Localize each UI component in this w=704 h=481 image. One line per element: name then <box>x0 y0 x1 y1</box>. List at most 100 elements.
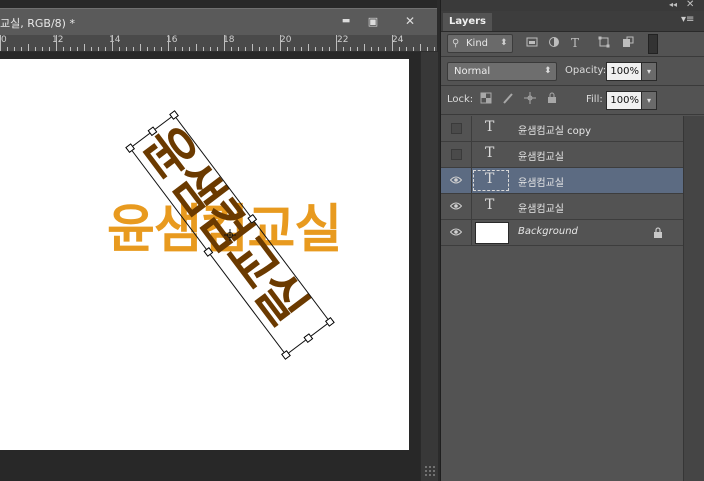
ruler-tick <box>35 47 36 51</box>
ruler-tick <box>308 44 309 51</box>
ruler-tick <box>203 47 204 51</box>
ruler-tick <box>28 44 29 51</box>
ruler-tick <box>196 44 197 51</box>
ruler-tick <box>189 47 190 51</box>
ruler-tick <box>70 47 71 51</box>
maximize-icon: ▣ <box>367 14 379 28</box>
panel-menu-icon[interactable]: ▾≡ <box>681 14 694 25</box>
resize-grip-icon[interactable] <box>424 465 436 477</box>
panel-scrollbar[interactable] <box>683 116 704 481</box>
eye-icon <box>450 176 462 184</box>
ruler-label: 22 <box>337 35 349 45</box>
ruler-tick <box>98 47 99 51</box>
text-layer-thumbnail-icon: T <box>485 171 495 187</box>
ruler-tick <box>105 47 106 51</box>
lock-label: Lock: <box>447 94 474 105</box>
ruler-tick <box>63 47 64 51</box>
minimize-icon: ▬ <box>341 16 351 26</box>
panel-tabbar: Layers ▾≡ <box>441 11 704 32</box>
ruler-tick <box>119 47 120 51</box>
filter-kind-select[interactable]: ⚲ Kind ⬍ <box>447 34 513 53</box>
minimize-button[interactable]: ▬ <box>333 12 359 30</box>
panel-close-icon[interactable]: ✕ <box>686 0 694 10</box>
layer-row-background[interactable]: Background <box>441 220 683 246</box>
lock-transparent-icon[interactable] <box>479 92 493 106</box>
search-icon: ⚲ <box>452 38 460 49</box>
reference-point-crosshair-icon[interactable] <box>224 229 236 241</box>
shape-filter-icon[interactable] <box>597 36 611 50</box>
layer-name[interactable]: Background <box>518 226 578 237</box>
opacity-input[interactable]: 100% <box>606 62 643 81</box>
ruler-tick <box>0 35 1 51</box>
layer-row[interactable]: T 윤샘컴교실 copy <box>441 116 683 142</box>
close-icon: ✕ <box>404 14 416 28</box>
ruler-tick <box>385 47 386 51</box>
tab-layers[interactable]: Layers <box>443 13 492 31</box>
layer-name[interactable]: 윤샘컴교실 <box>518 174 564 189</box>
visibility-toggle[interactable] <box>441 168 472 193</box>
canvas[interactable]: 윤샘컴교실 윤샘컴교실 <box>0 59 409 450</box>
layer-row-selected[interactable]: T 윤샘컴교실 <box>441 168 683 194</box>
ruler-tick <box>252 44 253 51</box>
ruler-tick <box>217 47 218 51</box>
ruler-tick <box>161 47 162 51</box>
ruler-tick <box>336 35 337 51</box>
layers-panel: ◂◂ ✕ Layers ▾≡ ⚲ Kind ⬍ T Normal ⬍ Opaci… <box>440 0 704 481</box>
filter-toggle-switch[interactable] <box>648 34 658 54</box>
lock-brush-icon[interactable] <box>501 92 515 106</box>
ruler-tick <box>280 35 281 51</box>
chevron-updown-icon: ⬍ <box>544 66 552 76</box>
opacity-dropdown-button[interactable]: ▾ <box>641 62 657 81</box>
ruler-tick <box>77 47 78 51</box>
ruler-label: 0 <box>1 35 7 45</box>
layer-name[interactable]: 윤샘컴교실 copy <box>518 122 591 137</box>
ruler-tick <box>427 47 428 51</box>
text-layer-thumbnail-icon: T <box>485 197 495 213</box>
ruler-tick <box>322 47 323 51</box>
blend-mode-value: Normal <box>454 66 491 77</box>
adjustment-filter-icon[interactable] <box>547 36 561 50</box>
transform-handle-top-right[interactable] <box>324 316 335 327</box>
eye-icon <box>450 228 462 236</box>
visibility-toggle[interactable] <box>441 142 472 167</box>
visibility-toggle[interactable] <box>441 116 472 141</box>
ruler-tick <box>392 35 393 51</box>
visibility-off-box <box>451 149 462 160</box>
ruler-tick <box>42 47 43 51</box>
document-titlebar[interactable]: 교실, RGB/8) * ▬ ▣ ✕ <box>0 8 437 35</box>
fill-dropdown-button[interactable]: ▾ <box>641 91 657 110</box>
ruler-tick <box>133 47 134 51</box>
ruler-tick <box>273 47 274 51</box>
ruler-tick <box>210 47 211 51</box>
lock-move-icon[interactable] <box>523 92 537 106</box>
ruler-tick <box>434 47 435 51</box>
ruler-tick <box>343 47 344 51</box>
ruler-tick <box>406 47 407 51</box>
layer-name[interactable]: 윤샘컴교실 <box>518 200 564 215</box>
type-filter-icon[interactable]: T <box>568 36 582 50</box>
layer-row[interactable]: T 윤샘컴교실 <box>441 194 683 220</box>
visibility-toggle[interactable] <box>441 194 472 219</box>
document-vertical-scrollbar[interactable] <box>420 52 438 481</box>
pixel-filter-icon[interactable] <box>525 36 539 50</box>
layer-list: T 윤샘컴교실 copy T 윤샘컴교실 T 윤샘컴교실 T 윤샘컴교실 Bac… <box>441 116 683 481</box>
ruler-label: 12 <box>52 35 64 45</box>
visibility-toggle[interactable] <box>441 220 472 245</box>
layer-row[interactable]: T 윤샘컴교실 <box>441 142 683 168</box>
lock-all-icon[interactable] <box>545 92 559 106</box>
close-button[interactable]: ✕ <box>395 12 425 30</box>
ruler-tick <box>364 44 365 51</box>
ruler-tick <box>420 44 421 51</box>
layer-name[interactable]: 윤샘컴교실 <box>518 148 564 163</box>
ruler-tick <box>154 47 155 51</box>
divider <box>441 56 704 57</box>
smart-object-filter-icon[interactable] <box>621 36 635 50</box>
fill-input[interactable]: 100% <box>606 91 643 110</box>
ruler-tick <box>175 47 176 51</box>
ruler-tick <box>112 35 113 51</box>
eye-icon <box>450 202 462 210</box>
horizontal-ruler[interactable]: 0 12 14 16 18 20 22 24 <box>0 35 437 52</box>
blend-mode-select[interactable]: Normal ⬍ <box>447 62 557 81</box>
maximize-button[interactable]: ▣ <box>360 12 386 30</box>
collapse-panels-icon[interactable]: ◂◂ <box>669 0 677 9</box>
